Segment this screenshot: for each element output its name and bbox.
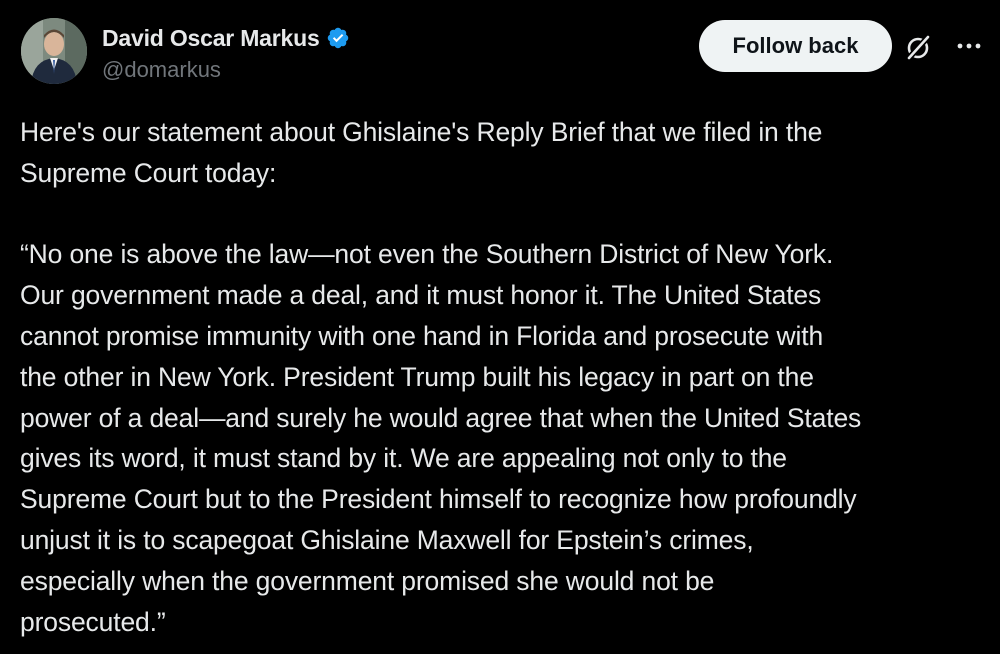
display-name[interactable]: David Oscar Markus (102, 25, 320, 52)
tweet-paragraph-quote: “No one is above the law—not even the So… (20, 239, 862, 637)
tweet-paragraph-intro: Here's our statement about Ghislaine's R… (20, 117, 823, 188)
verified-badge-icon[interactable] (326, 26, 350, 50)
name-row: David Oscar Markus (102, 23, 350, 53)
tweet-header: David Oscar Markus @domarkus Follow back (21, 18, 1000, 88)
handle[interactable]: @domarkus (102, 57, 350, 83)
more-options-icon[interactable] (955, 38, 985, 54)
avatar[interactable] (21, 18, 87, 84)
person-photo-avatar (21, 18, 87, 84)
grok-icon[interactable] (904, 32, 934, 62)
tweet-text: Here's our statement about Ghislaine's R… (20, 112, 985, 642)
author-identity: David Oscar Markus @domarkus (102, 23, 350, 83)
follow-back-button[interactable]: Follow back (699, 20, 892, 72)
